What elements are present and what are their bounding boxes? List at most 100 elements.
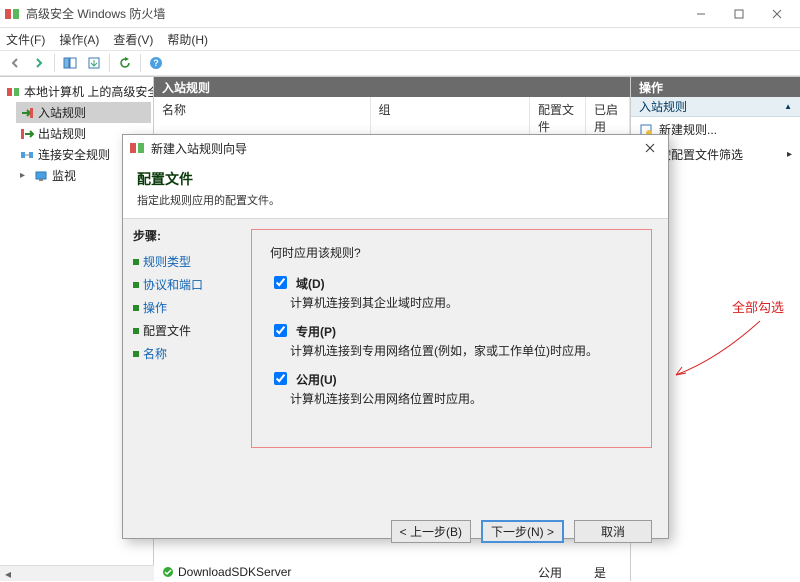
submenu-arrow-icon: ▸ bbox=[787, 149, 792, 160]
menu-bar: 文件(F) 操作(A) 查看(V) 帮助(H) bbox=[0, 28, 800, 50]
window-title: 高级安全 Windows 防火墙 bbox=[26, 5, 682, 22]
step-label: 规则类型 bbox=[143, 253, 191, 270]
help-button[interactable]: ? bbox=[145, 53, 167, 73]
show-hide-tree-button[interactable] bbox=[59, 53, 81, 73]
dialog-footer: < 上一步(B) 下一步(N) > 取消 bbox=[123, 510, 668, 552]
svg-text:?: ? bbox=[153, 58, 159, 68]
step-label: 名称 bbox=[143, 345, 167, 362]
firewall-icon bbox=[6, 85, 20, 99]
back-button-label: < 上一步(B) bbox=[400, 523, 462, 540]
col-group[interactable]: 组 bbox=[371, 97, 531, 139]
dialog-header: 配置文件 指定此规则应用的配置文件。 bbox=[123, 161, 668, 219]
rule-profile: 公用 bbox=[530, 563, 586, 582]
private-checkbox-label[interactable]: 专用(P) bbox=[270, 323, 633, 340]
public-label-text: 公用(U) bbox=[296, 371, 337, 388]
step-name[interactable]: 名称 bbox=[133, 342, 239, 365]
menu-action[interactable]: 操作(A) bbox=[59, 31, 99, 48]
toolbar-separator bbox=[109, 54, 110, 72]
domain-checkbox-label[interactable]: 域(D) bbox=[270, 275, 633, 292]
maximize-button[interactable] bbox=[720, 0, 758, 28]
forward-button[interactable] bbox=[28, 53, 50, 73]
export-button[interactable] bbox=[83, 53, 105, 73]
menu-view[interactable]: 查看(V) bbox=[113, 31, 153, 48]
close-button[interactable] bbox=[758, 0, 796, 28]
cancel-button-label: 取消 bbox=[601, 523, 625, 540]
tree-root[interactable]: 本地计算机 上的高级安全 Win bbox=[2, 81, 151, 102]
table-row[interactable]: DownloadSDKServer 公用 是 bbox=[154, 563, 630, 581]
tree-outbound-label: 出站规则 bbox=[38, 125, 86, 142]
private-desc: 计算机连接到专用网络位置(例如，家或工作单位)时应用。 bbox=[290, 342, 633, 359]
new-rule-wizard-dialog: 新建入站规则向导 配置文件 指定此规则应用的配置文件。 步骤: 规则类型 协议和… bbox=[122, 134, 669, 539]
col-profile[interactable]: 配置文件 bbox=[530, 97, 586, 139]
rule-name: DownloadSDKServer bbox=[178, 565, 291, 579]
step-action[interactable]: 操作 bbox=[133, 296, 239, 319]
scroll-left-icon[interactable]: ◂ bbox=[0, 566, 16, 582]
bullet-icon bbox=[133, 259, 139, 265]
wizard-steps: 步骤: 规则类型 协议和端口 操作 配置文件 名称 bbox=[123, 219, 243, 510]
dialog-titlebar: 新建入站规则向导 bbox=[123, 135, 668, 161]
public-checkbox-label[interactable]: 公用(U) bbox=[270, 371, 633, 388]
col-name[interactable]: 名称 bbox=[154, 97, 371, 139]
rule-enabled: 是 bbox=[586, 563, 630, 582]
step-protocol-port[interactable]: 协议和端口 bbox=[133, 273, 239, 296]
tree-root-label: 本地计算机 上的高级安全 Win bbox=[24, 83, 154, 100]
toolbar-separator bbox=[140, 54, 141, 72]
tree-monitor-label: 监视 bbox=[52, 167, 76, 184]
step-label: 操作 bbox=[143, 299, 167, 316]
domain-label-text: 域(D) bbox=[296, 275, 325, 292]
allow-icon bbox=[162, 566, 174, 578]
col-enabled[interactable]: 已启用 bbox=[586, 97, 630, 139]
menu-help[interactable]: 帮助(H) bbox=[167, 31, 208, 48]
bullet-icon bbox=[133, 328, 139, 334]
domain-desc: 计算机连接到其企业域时应用。 bbox=[290, 294, 633, 311]
dialog-subheading: 指定此规则应用的配置文件。 bbox=[137, 192, 654, 208]
back-button[interactable] bbox=[4, 53, 26, 73]
action-filter-label: 按配置文件筛选 bbox=[659, 146, 743, 163]
actions-section[interactable]: 入站规则 ▲ bbox=[631, 97, 800, 117]
steps-label: 步骤: bbox=[133, 227, 239, 244]
collapse-icon: ▲ bbox=[784, 102, 792, 111]
next-button[interactable]: 下一步(N) > bbox=[481, 520, 564, 543]
expand-icon[interactable]: ▸ bbox=[20, 170, 30, 181]
annotation-box: 何时应用该规则? 域(D) 计算机连接到其企业域时应用。 专用(P) 计算机连接… bbox=[251, 229, 652, 448]
public-checkbox[interactable] bbox=[274, 372, 287, 385]
tree-connsec-label: 连接安全规则 bbox=[38, 146, 110, 163]
monitor-icon bbox=[34, 169, 48, 183]
annotation-text: 全部勾选 bbox=[732, 297, 784, 316]
actions-title: 操作 bbox=[631, 77, 800, 97]
private-checkbox[interactable] bbox=[274, 324, 287, 337]
horizontal-scrollbar[interactable]: ◂ bbox=[0, 565, 154, 581]
inbound-icon bbox=[20, 106, 34, 120]
close-icon bbox=[645, 143, 655, 153]
toolbar: ? bbox=[0, 50, 800, 76]
dialog-icon bbox=[129, 140, 145, 156]
connsec-icon bbox=[20, 148, 34, 162]
domain-checkbox[interactable] bbox=[274, 276, 287, 289]
refresh-button[interactable] bbox=[114, 53, 136, 73]
next-button-label: 下一步(N) > bbox=[491, 523, 554, 540]
public-desc: 计算机连接到公用网络位置时应用。 bbox=[290, 390, 633, 407]
rule-group bbox=[371, 571, 530, 573]
step-profile[interactable]: 配置文件 bbox=[133, 319, 239, 342]
bullet-icon bbox=[133, 282, 139, 288]
app-icon bbox=[4, 6, 20, 22]
wizard-content: 何时应用该规则? 域(D) 计算机连接到其企业域时应用。 专用(P) 计算机连接… bbox=[243, 219, 668, 510]
minimize-button[interactable] bbox=[682, 0, 720, 28]
dialog-heading: 配置文件 bbox=[137, 169, 654, 189]
window-titlebar: 高级安全 Windows 防火墙 bbox=[0, 0, 800, 28]
tree-inbound[interactable]: 入站规则 bbox=[16, 102, 151, 123]
back-button[interactable]: < 上一步(B) bbox=[391, 520, 471, 543]
bullet-icon bbox=[133, 305, 139, 311]
toolbar-separator bbox=[54, 54, 55, 72]
menu-file[interactable]: 文件(F) bbox=[6, 31, 45, 48]
outbound-icon bbox=[20, 127, 34, 141]
private-label-text: 专用(P) bbox=[296, 323, 336, 340]
cancel-button[interactable]: 取消 bbox=[574, 520, 652, 543]
dialog-title: 新建入站规则向导 bbox=[151, 140, 638, 157]
step-rule-type[interactable]: 规则类型 bbox=[133, 250, 239, 273]
step-label: 协议和端口 bbox=[143, 276, 203, 293]
rules-list-title: 入站规则 bbox=[154, 77, 630, 97]
option-private: 专用(P) 计算机连接到专用网络位置(例如，家或工作单位)时应用。 bbox=[270, 323, 633, 359]
dialog-close-button[interactable] bbox=[638, 138, 662, 158]
prompt-text: 何时应用该规则? bbox=[270, 244, 633, 261]
